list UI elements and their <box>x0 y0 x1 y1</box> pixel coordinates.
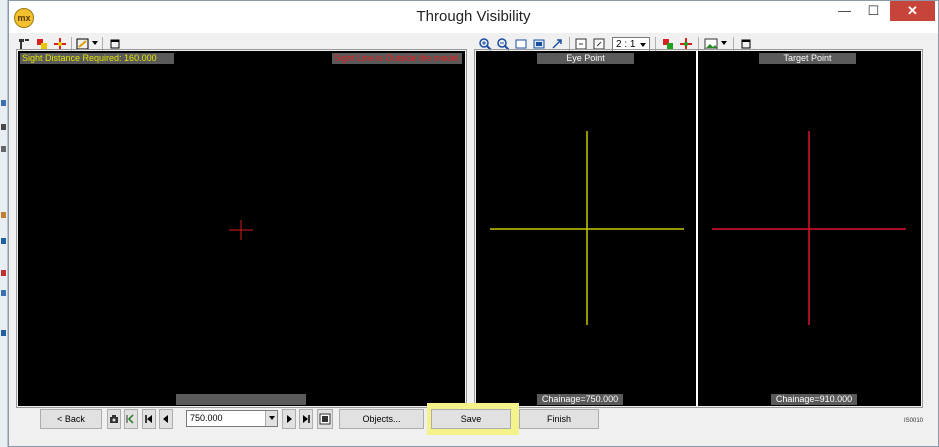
last-chainage-icon[interactable] <box>299 409 313 429</box>
title-bar: mx Through Visibility — ☐ ✕ <box>9 1 938 33</box>
back-button[interactable]: < Back <box>40 409 102 429</box>
target-point-title: Target Point <box>759 53 856 64</box>
finish-button[interactable]: Finish <box>519 409 599 429</box>
window-title: Through Visibility <box>416 8 531 25</box>
plan-view-status-bar <box>176 394 306 405</box>
eye-point-chainage: Chainage=750.000 <box>537 394 623 405</box>
save-button[interactable]: Save <box>431 409 511 429</box>
previous-chainage-icon[interactable] <box>159 409 173 429</box>
objects-button[interactable]: Objects... <box>339 409 424 429</box>
eye-point-view[interactable]: Eye Point Chainage=750.000 <box>476 51 696 406</box>
camera-icon[interactable] <box>107 409 121 429</box>
image-settings-dropdown-icon[interactable] <box>721 41 727 45</box>
sight-distance-label: Sight Distance Required: 160.000 <box>20 53 174 64</box>
status-code: IS0010 <box>904 418 924 424</box>
export-view-icon[interactable] <box>317 409 333 429</box>
through-visibility-window: mx Through Visibility — ☐ ✕ 2: 1 Sight … <box>8 0 939 447</box>
chainage-dropdown-icon <box>269 416 275 420</box>
desktop-edge <box>0 0 8 447</box>
display-dropdown-icon[interactable] <box>92 41 98 45</box>
step-back-icon[interactable] <box>124 409 138 429</box>
zoom-ratio-dropdown-icon[interactable] <box>640 43 646 47</box>
position-marker-icon <box>229 220 253 240</box>
eye-point-title: Eye Point <box>537 53 634 64</box>
first-chainage-icon[interactable] <box>142 409 156 429</box>
sight-line-warning: Sight Line is Outside the model <box>332 53 462 64</box>
next-chainage-icon[interactable] <box>282 409 296 429</box>
dialog-content: 2 : 1 Sight Distance Required: 160.000 S… <box>14 33 935 443</box>
target-point-crosshair-icon <box>712 131 906 325</box>
chainage-select-value: 750.000 <box>190 413 223 423</box>
plan-view-canvas[interactable]: Sight Distance Required: 160.000 Sight L… <box>18 51 465 406</box>
eye-point-crosshair-icon <box>490 131 684 325</box>
chainage-dropdown-button[interactable] <box>265 411 277 426</box>
maximize-button[interactable]: ☐ <box>860 1 887 21</box>
target-point-chainage: Chainage=910.000 <box>771 394 857 405</box>
close-button[interactable]: ✕ <box>890 1 935 21</box>
chainage-select[interactable]: 750.000 <box>186 410 278 427</box>
minimize-button[interactable]: — <box>831 1 858 21</box>
wizard-button-bar: < Back 750.000 Objects... Save Finish IS… <box>14 403 935 435</box>
target-point-view[interactable]: Target Point Chainage=910.000 <box>698 51 921 406</box>
